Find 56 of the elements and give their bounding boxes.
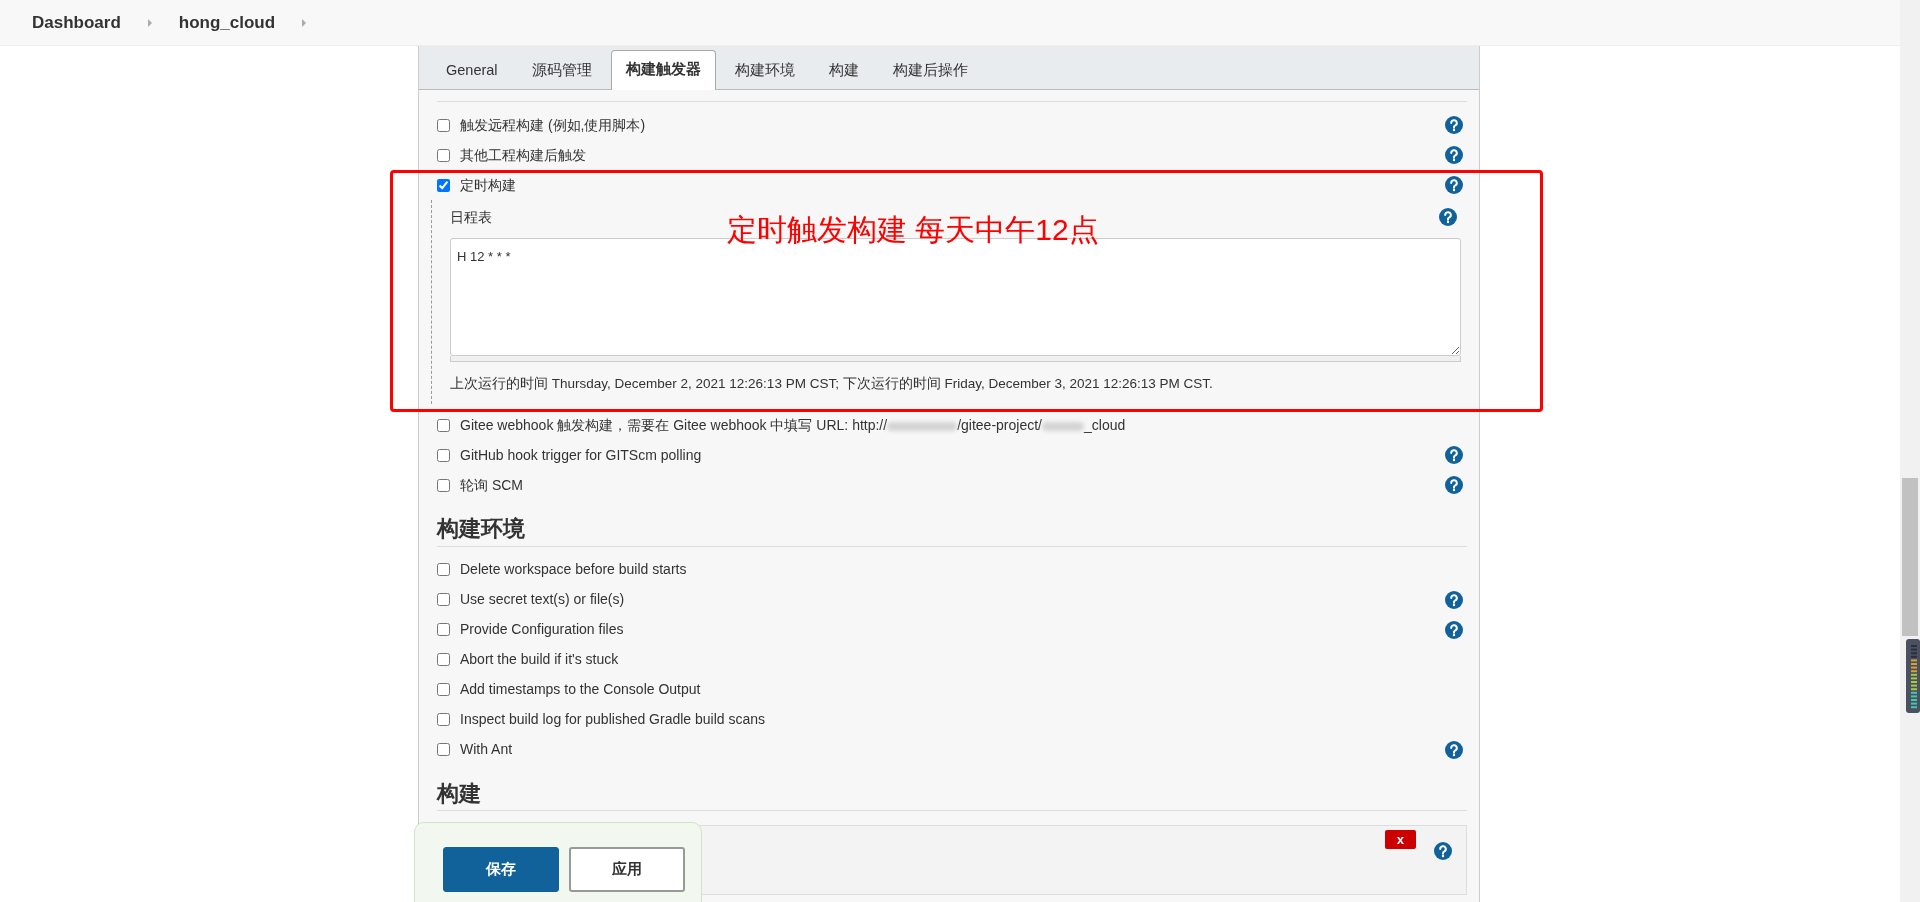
tab[interactable]: General [431,51,513,89]
tab[interactable]: 构建环境 [719,51,810,89]
save-button[interactable]: 保存 [443,847,559,892]
field-label: 日程表 [450,207,492,227]
tab[interactable]: 构建后操作 [877,51,983,89]
help-icon[interactable] [1445,446,1463,465]
help-icon[interactable] [1439,208,1457,226]
option-label: 轮询 SCM [460,475,523,495]
checkbox[interactable] [437,118,450,132]
checkbox[interactable] [437,743,450,757]
tab[interactable]: 构建触发器 [610,50,716,90]
option-label: Inspect build log for published Gradle build scans [460,710,766,730]
scrollbar[interactable] [1900,0,1920,902]
section-heading: 构建环境 [437,516,1467,547]
checkbox[interactable] [437,418,450,432]
option-label: Provide Configuration files [460,620,624,640]
chevron-icon [301,18,308,27]
checkbox[interactable] [437,448,450,462]
chevron-icon [146,18,153,27]
checkbox[interactable] [437,178,450,192]
apply-button[interactable]: 应用 [569,847,685,892]
checkbox[interactable] [437,593,450,607]
help-icon[interactable] [1445,176,1463,194]
help-icon[interactable] [1434,842,1452,861]
tab[interactable]: 构建 [813,51,874,89]
checkbox[interactable] [437,683,450,697]
help-icon[interactable] [1445,590,1463,609]
section-heading: 构建 [437,780,1467,812]
help-icon[interactable] [1445,620,1463,639]
help-icon[interactable] [1445,476,1463,495]
scroll-thumb[interactable] [1902,478,1918,636]
help-icon[interactable] [1445,740,1463,759]
run-time-note: 上次运行的时间 Thursday, December 2, 2021 12:26:13 PM CST; 下次运行的时间 Friday, December 3, 2021 12:26:13 PM CST. [450,375,1214,393]
checkbox[interactable] [437,148,450,162]
delete-button[interactable]: x [1384,830,1416,850]
checkbox[interactable] [437,563,450,577]
option-label: GitHub hook trigger for GITScm polling [460,445,702,465]
option-label: Add timestamps to the Console Output [460,680,701,700]
option-label: Gitee webhook 触发构建，需要在 Gitee webhook 中填写 URL: http:// /gitee-project/ _cloud [460,415,1126,435]
option-label: 其他工程构建后触发 [460,145,586,165]
tab[interactable]: 源码管理 [516,51,607,89]
option-label: 定时构建 [460,175,516,195]
checkbox[interactable] [437,478,450,492]
breadcrumb-link[interactable]: Dashboard [32,9,121,36]
breadcrumb-link[interactable]: hong_cloud [178,9,276,36]
help-icon[interactable] [1445,146,1463,164]
option-label: With Ant [460,740,513,760]
checkbox[interactable] [437,653,450,667]
help-icon[interactable] [1445,116,1463,134]
level-meter-icon [1906,639,1920,713]
checkbox[interactable] [437,623,450,637]
option-label: Abort the build if it's stuck [460,650,619,670]
option-label: 触发远程构建 (例如,使用脚本) [460,115,646,135]
checkbox[interactable] [437,713,450,727]
option-label: Delete workspace before build starts [460,560,687,580]
option-label: Use secret text(s) or file(s) [460,590,625,610]
